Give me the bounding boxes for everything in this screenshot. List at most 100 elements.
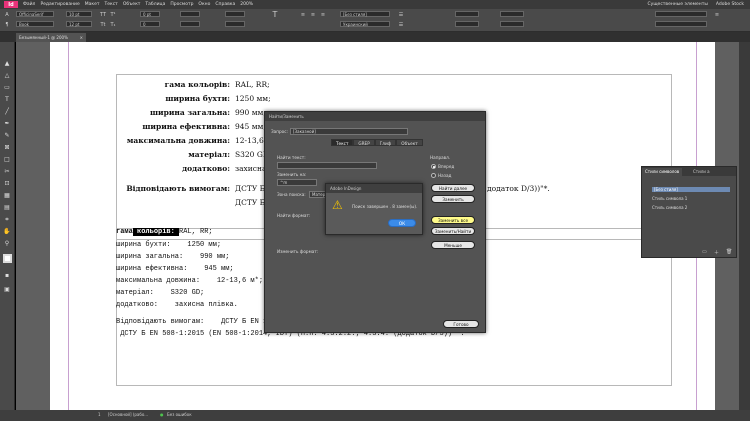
next-style-field[interactable] [655,21,707,27]
find-text-input[interactable] [277,162,377,169]
preflight-status[interactable]: Без ошибок [167,412,192,417]
eyedropper-tool-icon[interactable]: ⌗ [3,216,11,224]
vertical-scale-field[interactable] [180,11,200,17]
note-tool-icon[interactable]: ▤ [3,204,11,212]
menu-edit[interactable]: Редактирование [40,2,79,7]
language-field[interactable]: Украинский [340,21,390,27]
space-after-field[interactable] [455,21,479,27]
font-style-field[interactable]: Book [16,21,54,27]
fill-stroke-swatch[interactable] [3,254,12,263]
menu-type[interactable]: Текст [104,2,117,7]
find-next-button[interactable]: Найти далее [431,184,475,192]
table-label: матеріал: [188,150,230,159]
page-number[interactable]: 1 [98,412,101,417]
close-tab-icon[interactable]: × [80,33,83,42]
panel-menu-icon[interactable]: ≡ [714,12,720,18]
font-size-field[interactable]: 10 pt [66,11,92,17]
tracking-field[interactable]: 0 [140,21,160,27]
align-right-icon[interactable]: ≡ [320,12,326,18]
new-folder-icon[interactable]: ▭ [702,249,707,255]
delete-icon[interactable]: 🗑 [726,249,732,255]
vertical-scrollbar[interactable] [739,42,750,410]
rectangle-frame-tool-icon[interactable]: ⊠ [3,144,11,152]
numbers-icon[interactable]: ☰ [398,22,404,28]
scissors-tool-icon[interactable]: ✂ [3,168,11,176]
menu-object[interactable]: Объект [123,2,141,7]
paragraph-mode-icon[interactable]: ¶ [4,22,10,28]
transform-tool-icon[interactable]: ⊡ [3,180,11,188]
menu-file[interactable]: Файл [23,2,35,7]
table-label: ширина ефективна: [142,122,230,131]
stock-search[interactable]: Adobe Stock [716,2,744,7]
zoom-level[interactable]: 200% [240,2,253,7]
rectangle-tool-icon[interactable]: □ [3,156,11,164]
gradient-tool-icon[interactable]: ▦ [3,192,11,200]
master-style[interactable]: [Основной] (рабо... [108,412,148,417]
align-left-icon[interactable]: ≡ [300,12,306,18]
tab-grep[interactable]: GREP [353,139,375,146]
document-tab[interactable]: Безымянный-1 @ 200% × [16,33,86,42]
tab-glyph[interactable]: Глиф [374,139,397,146]
tab-character-styles[interactable]: Стили символов [642,168,683,176]
style-item[interactable]: Стиль символа 2 [652,205,687,210]
style-item[interactable]: [Без стиля] [652,187,730,192]
status-bar: 1 [Основной] (рабо... ● Без ошибок [0,410,750,421]
kerning-field[interactable]: 0 pt [140,11,160,17]
menu-table[interactable]: Таблица [145,2,165,7]
bullets-icon[interactable]: ☰ [398,12,404,18]
small-caps-icon[interactable]: Tt [100,22,106,28]
type-t-icon[interactable]: T [272,11,278,19]
selection-tool-icon[interactable]: ▲ [3,60,11,68]
menu-help[interactable]: Справка [215,2,235,7]
menu-window[interactable]: Окно [198,2,210,7]
screen-mode-icon[interactable]: ▣ [3,286,11,294]
change-find-button[interactable]: Заменить/Найти [431,227,475,235]
character-mode-icon[interactable]: A [4,12,10,18]
direct-selection-tool-icon[interactable]: △ [3,72,11,80]
subscript-icon[interactable]: T₁ [110,22,116,28]
ok-button[interactable]: ОК [388,219,416,227]
new-style-icon[interactable]: ＋ [714,249,719,256]
fewer-options-button[interactable]: Меньше [431,241,475,249]
gutter-field[interactable] [500,21,524,27]
character-style-field[interactable] [655,11,707,17]
tab-text[interactable]: Текст [331,139,354,146]
type-tool-icon[interactable]: T [3,96,11,104]
baseline-shift-field[interactable] [225,11,245,17]
panel-tabs: Стили символов Стили а [642,167,736,176]
plain-text: RAL, RR; [179,228,213,236]
page-tool-icon[interactable]: ▭ [3,84,11,92]
indent-field[interactable] [455,11,479,17]
tab-object[interactable]: Объект [396,139,423,146]
pen-tool-icon[interactable]: ✒ [3,120,11,128]
columns-field[interactable] [500,11,524,17]
change-all-button[interactable]: Заменить все [431,216,475,224]
horizontal-scale-field[interactable] [180,21,200,27]
query-select[interactable]: [Заказной] [290,128,408,135]
workspace-switcher[interactable]: Существенные элементы [648,2,708,7]
menu-view[interactable]: Просмотр [170,2,193,7]
align-center-icon[interactable]: ≡ [310,12,316,18]
line-tool-icon[interactable]: ╱ [3,108,11,116]
paragraph-style-field[interactable]: [Без стиля] [340,11,390,17]
pencil-tool-icon[interactable]: ✎ [3,132,11,140]
tab-paragraph-styles[interactable]: Стили а [690,168,713,176]
app-logo[interactable]: Id [4,1,18,8]
menu-layout[interactable]: Макет [85,2,100,7]
done-button[interactable]: Готово [443,320,479,328]
replace-input[interactable]: ^m [277,179,317,186]
preflight-status-icon: ● [160,412,164,417]
zoom-tool-icon[interactable]: ⚲ [3,240,11,248]
table-value: 1250 мм; [235,94,271,103]
style-item[interactable]: Стиль символа 1 [652,196,687,201]
all-caps-icon[interactable]: TT [100,12,106,18]
change-button[interactable]: Заменить [431,195,475,203]
hand-tool-icon[interactable]: ✋ [3,228,11,236]
skew-field[interactable] [225,21,245,27]
superscript-icon[interactable]: T¹ [110,12,116,18]
direction-forward-radio[interactable] [431,164,436,169]
font-family-field[interactable]: OfficinaSerif [16,11,54,17]
direction-back-radio[interactable] [431,173,436,178]
leading-field[interactable]: 12 pt [66,21,92,27]
apply-color-icon[interactable]: ▪ [3,272,11,280]
